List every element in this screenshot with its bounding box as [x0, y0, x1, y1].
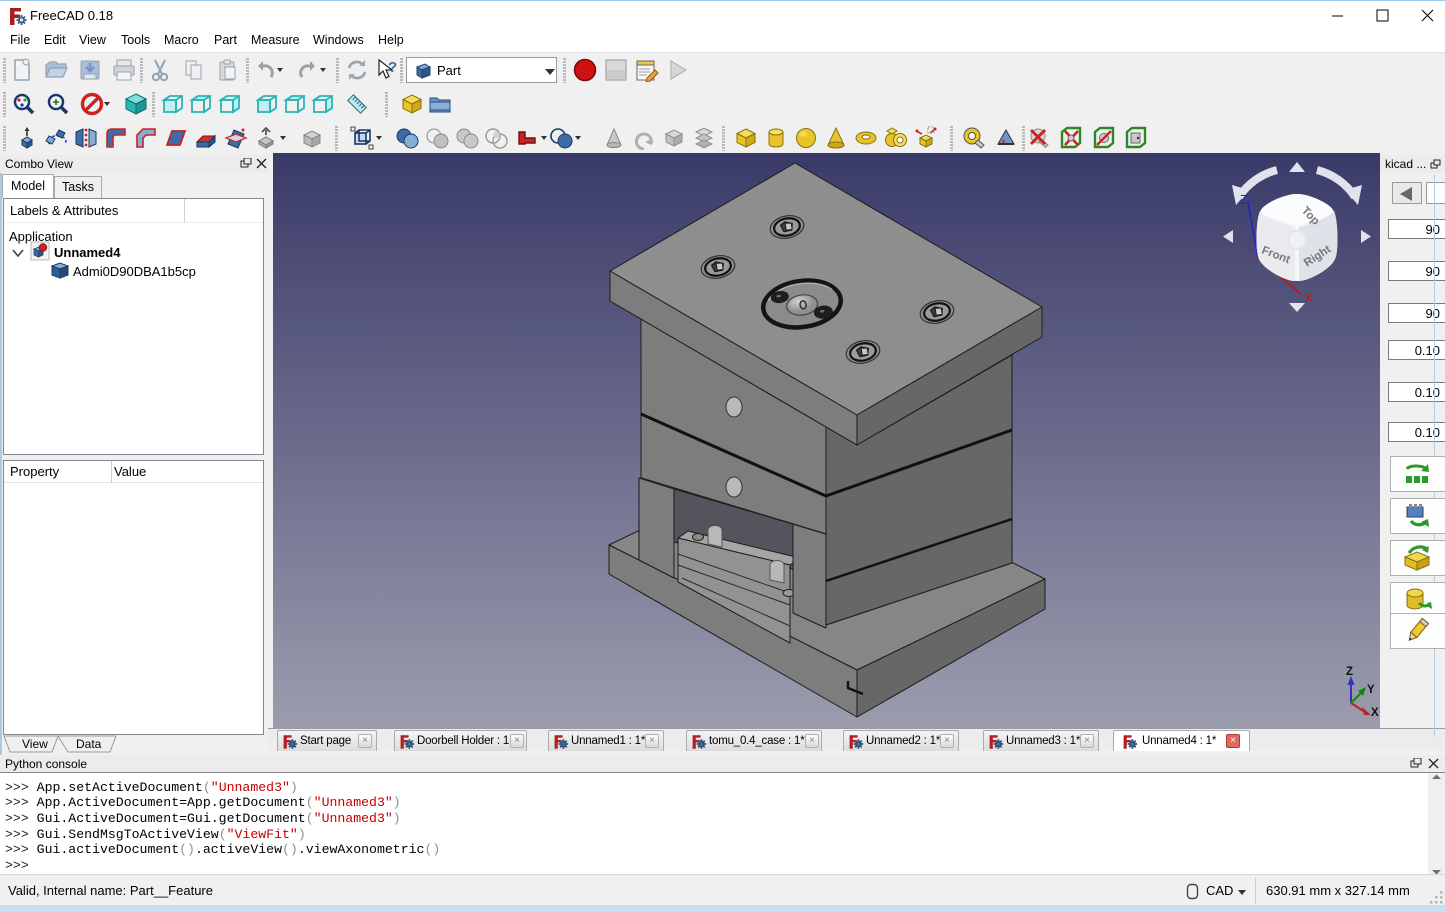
svg-text:?: ? [388, 59, 397, 76]
svg-text:Data: Data [76, 737, 102, 751]
svg-text:Y: Y [1367, 684, 1375, 696]
svg-text:X: X [1371, 707, 1379, 719]
svg-text:X: X [1304, 290, 1313, 305]
svg-text:Z: Z [1240, 192, 1248, 207]
svg-text:View: View [22, 737, 48, 751]
svg-text:Z: Z [1346, 666, 1353, 678]
